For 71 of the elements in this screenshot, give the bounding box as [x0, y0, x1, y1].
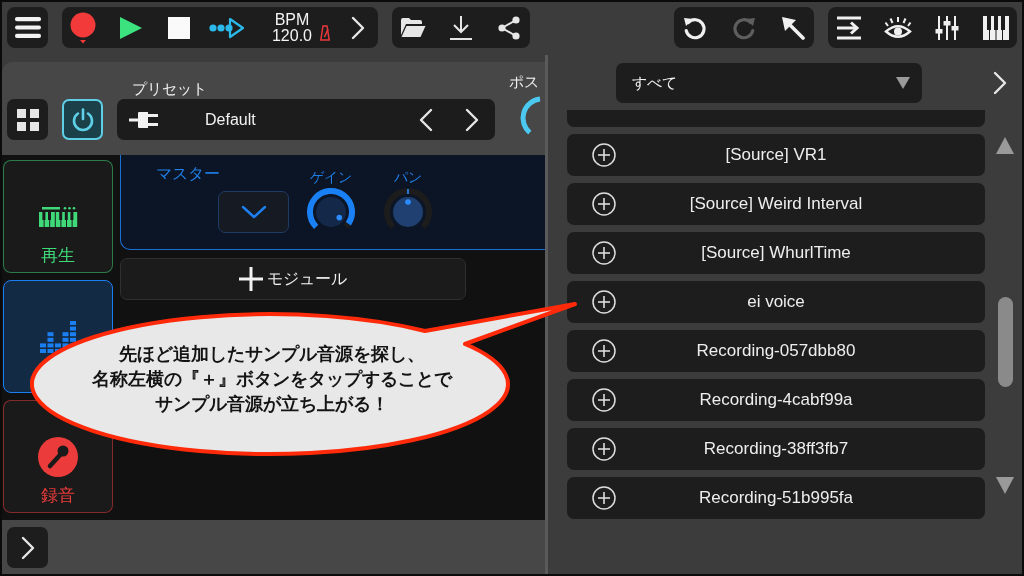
sample-name: Recording-38ff3fb7 [703, 439, 849, 459]
folder-icon [400, 17, 426, 38]
power-icon [71, 107, 94, 132]
metronome-icon [320, 24, 330, 41]
chevron-down-icon [240, 205, 267, 219]
bpm-label: BPM [274, 11, 310, 28]
play-icon [119, 15, 143, 40]
sample-name: Recording-057dbb80 [696, 341, 856, 361]
preset-selector[interactable]: Default [117, 99, 495, 140]
circle-plus-icon[interactable] [592, 339, 616, 363]
chevron-right-icon [993, 71, 1007, 95]
circle-plus-icon[interactable] [592, 143, 616, 167]
scroll-up-icon[interactable] [996, 137, 1014, 154]
sample-row[interactable]: Recording-4cabf99a [567, 379, 985, 421]
grid-button[interactable] [7, 99, 48, 140]
knob-label: パン [394, 170, 422, 184]
record-icon [70, 11, 96, 44]
chevron-left-icon [419, 107, 433, 132]
sample-name: ei voice [747, 292, 805, 312]
plug-icon [129, 109, 159, 130]
circle-plus-icon[interactable] [592, 486, 616, 510]
piano-icon [983, 15, 1009, 40]
menu-button[interactable] [7, 7, 48, 48]
preset-name: Default [205, 110, 256, 129]
add-module-button[interactable]: モジュール [120, 258, 466, 300]
circle-plus-icon[interactable] [592, 388, 616, 412]
chevron-right-icon [465, 107, 479, 132]
power-button[interactable] [62, 99, 103, 140]
sample-row[interactable]: Recording-51b995fa [567, 477, 985, 519]
scroll-down-icon[interactable] [996, 477, 1014, 494]
stop-icon [168, 16, 190, 39]
filter-dropdown[interactable]: すべて [616, 63, 922, 103]
dots-triangle-icon [209, 16, 245, 39]
sample-name: [Source] WhurlTime [701, 243, 851, 263]
menu-icon [14, 17, 41, 38]
pointer-icon [781, 15, 805, 40]
sample-name: Recording-51b995fa [698, 488, 854, 508]
sample-name: [Source] Weird Interval [689, 194, 863, 214]
circle-plus-icon[interactable] [592, 437, 616, 461]
circle-plus-icon[interactable] [592, 241, 616, 265]
caret-down-icon [896, 77, 910, 89]
sliders-icon [935, 14, 959, 41]
side-tab[interactable]: 再生 [3, 160, 113, 273]
plus-icon [239, 267, 263, 291]
knob-label: ゲイン [310, 170, 352, 184]
bpm-value: 120.0 [271, 27, 312, 44]
download-icon [449, 14, 473, 41]
sample-row[interactable]: [Source] Weird Interval [567, 183, 985, 225]
chevron-right-icon [20, 535, 35, 560]
knob-label: ポス [509, 72, 539, 92]
dropdown-button[interactable] [218, 191, 289, 233]
sample-row[interactable]: Recording-057dbb80 [567, 330, 985, 372]
expand-button[interactable] [7, 527, 48, 568]
share-icon [497, 15, 521, 40]
sample-name: [Source] VR1 [725, 145, 827, 165]
sample-row[interactable]: ei voice [567, 281, 985, 323]
sample-row[interactable]: [Source] WhurlTime [567, 232, 985, 274]
preset-label: プリセット [132, 79, 207, 99]
sample-row[interactable]: [Source] VR1 [567, 134, 985, 176]
callout-line: 名称左横の『＋』ボタンをタップすることで [92, 368, 452, 391]
circle-plus-icon[interactable] [592, 192, 616, 216]
callout-line: 先ほど追加したサンプル音源を探し、 [119, 343, 425, 366]
grid-icon [16, 108, 39, 131]
circle-plus-icon[interactable] [592, 290, 616, 314]
section-title: マスター [156, 166, 220, 182]
eye-icon [884, 15, 912, 40]
callout-line: サンプル音源が立ち上がる！ [155, 393, 389, 416]
scroll-thumb[interactable] [997, 297, 1013, 387]
sample-row[interactable]: Recording-38ff3fb7 [567, 428, 985, 470]
sample-name: Recording-4cabf99a [699, 390, 853, 410]
chevron-right-icon [351, 15, 365, 40]
